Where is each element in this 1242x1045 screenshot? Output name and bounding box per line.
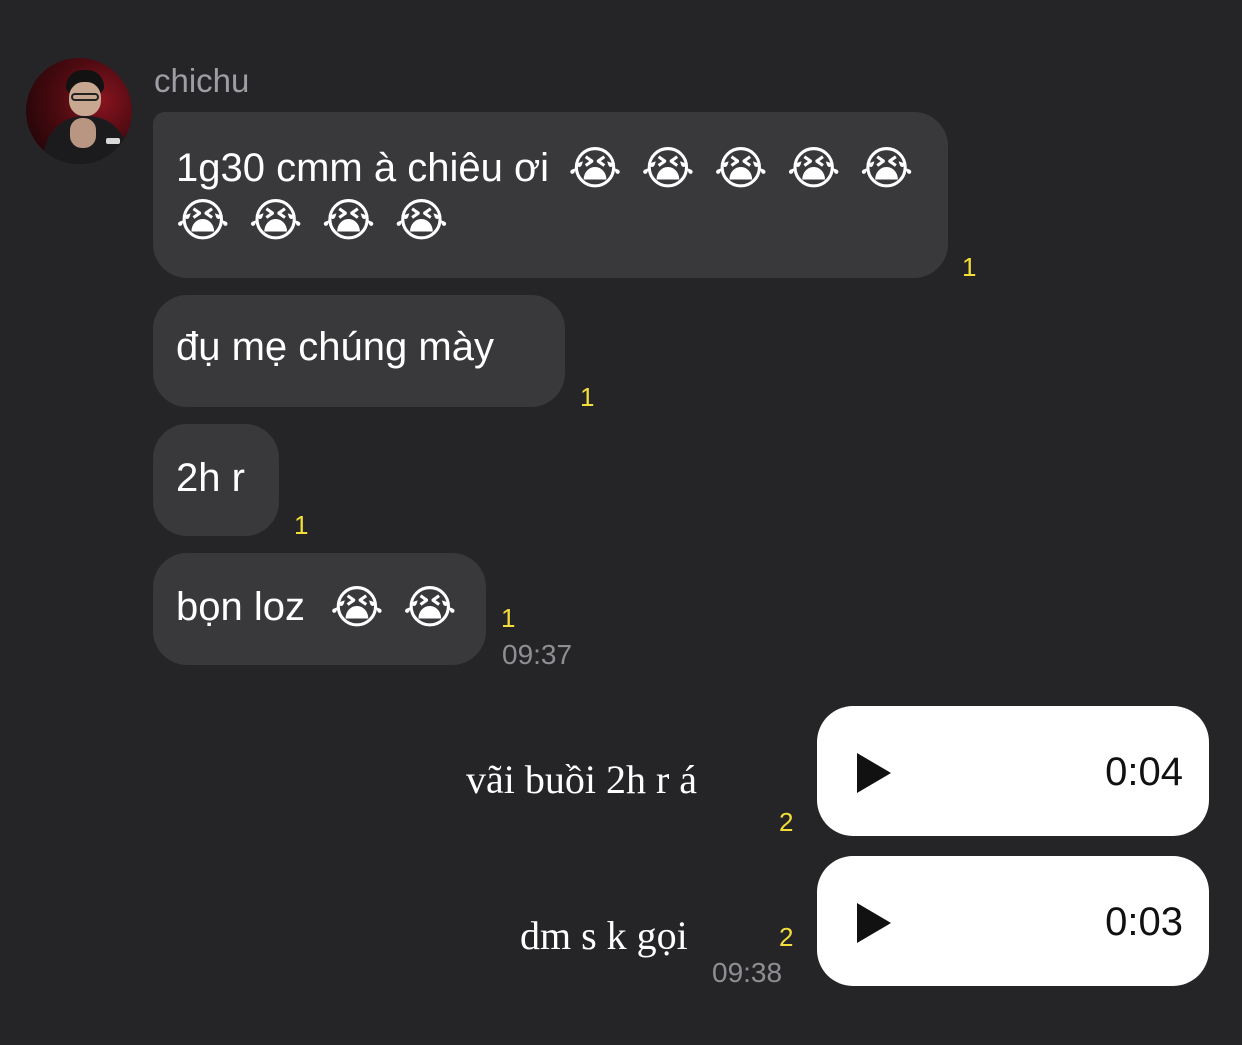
message-time: 09:38 — [712, 957, 783, 988]
incoming-message[interactable]: bọn loz 😭 😭 — [153, 553, 486, 665]
loudly-crying-face-icon: 😭 — [176, 194, 230, 246]
loudly-crying-face-icon: 😭 — [394, 194, 449, 246]
read-count: 1 — [294, 510, 309, 540]
incoming-message[interactable]: 2h r — [153, 424, 279, 536]
loudly-crying-face-icon: 😭 — [321, 194, 376, 246]
message-time: 09:37 — [502, 639, 573, 670]
message-text: 2h r — [176, 456, 245, 500]
loudly-crying-face-icon: 😭 — [330, 581, 384, 633]
loudly-crying-face-icon: 😭 — [786, 142, 841, 194]
voice-transcript: dm s k gọi — [520, 913, 688, 958]
loudly-crying-face-icon: 😭 — [641, 142, 695, 194]
loudly-crying-face-icon: 😭 — [248, 194, 303, 246]
loudly-crying-face-icon: 😭 — [713, 142, 768, 194]
incoming-message[interactable]: đụ mẹ chúng mày — [153, 295, 565, 407]
message-text: 1g30 cmm à chiêu ơi — [176, 146, 550, 190]
incoming-message[interactable]: 1g30 cmm à chiêu ơi 😭 😭 😭 😭 😭 😭 😭 😭 😭 — [153, 112, 948, 278]
read-count: 1 — [501, 603, 516, 633]
loudly-crying-face-icon: 😭 — [859, 142, 914, 194]
chat-screen: chichu 1g30 cmm à chiêu ơi 😭 😭 😭 😭 😭 😭 😭… — [0, 0, 1242, 1045]
play-icon[interactable] — [857, 903, 891, 943]
read-count: 1 — [962, 252, 977, 282]
voice-message[interactable]: 0:04 — [817, 706, 1209, 836]
read-count: 2 — [779, 922, 794, 952]
contact-avatar[interactable] — [26, 58, 132, 164]
loudly-crying-face-icon: 😭 — [568, 142, 622, 194]
loudly-crying-face-icon: 😭 — [402, 581, 457, 633]
play-icon[interactable] — [857, 753, 891, 793]
message-text: đụ mẹ chúng mày — [176, 325, 494, 369]
voice-duration: 0:03 — [1105, 900, 1183, 944]
voice-transcript: vãi buồi 2h r á — [466, 757, 698, 802]
read-count: 2 — [779, 807, 794, 837]
message-text: bọn loz — [176, 585, 305, 629]
sender-name: chichu — [154, 62, 250, 99]
read-count: 1 — [580, 382, 595, 412]
voice-message[interactable]: 0:03 — [817, 856, 1209, 986]
voice-duration: 0:04 — [1105, 750, 1183, 794]
